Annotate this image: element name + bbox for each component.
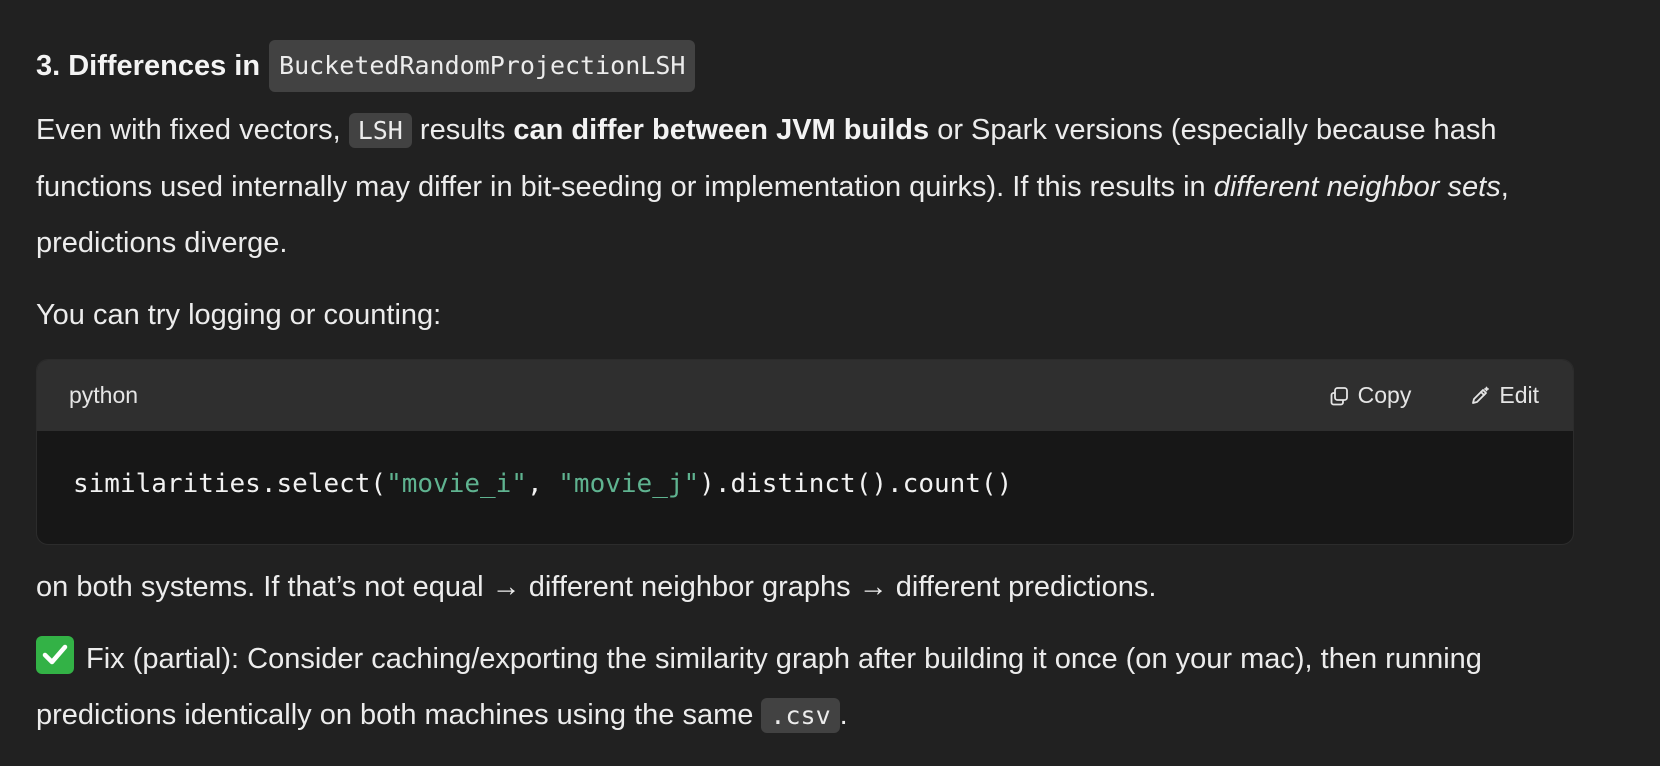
paragraph-lsh-differences: Even with fixed vectors, LSH results can…: [36, 102, 1572, 271]
paragraph-both-systems: on both systems. If that’s not equal → d…: [36, 571, 1157, 603]
text: Fix (partial): Consider caching/exportin…: [36, 643, 1482, 731]
text: results: [419, 114, 506, 146]
code-language-label: python: [69, 382, 139, 408]
code-token: ,: [526, 469, 559, 499]
code-string: "movie_j": [558, 469, 700, 499]
bold-text: can differ between JVM builds: [513, 114, 930, 146]
heading-inline-code: BucketedRandomProjectionLSH: [269, 40, 696, 92]
code-token: similarities.select(: [73, 469, 387, 499]
code-block-actions: Copy Edit: [1328, 382, 1539, 409]
code-block: python Copy Edit similarities.select("mo…: [36, 359, 1574, 545]
code-content: similarities.select("movie_i", "movie_j"…: [37, 431, 1573, 499]
inline-code-lsh: LSH: [348, 113, 412, 148]
code-token: ).distinct().count(): [699, 469, 1013, 499]
copy-label: Copy: [1357, 382, 1412, 408]
message-content: 3. Differences in BucketedRandomProjecti…: [36, 40, 1574, 744]
italic-text: different neighbor sets: [1213, 171, 1501, 203]
section-heading: 3. Differences in BucketedRandomProjecti…: [36, 40, 1572, 92]
check-mark-button-icon: [36, 636, 74, 674]
code-block-header: python Copy Edit: [37, 360, 1573, 431]
inline-code-csv: .csv: [761, 698, 840, 733]
code-string: "movie_i": [386, 469, 527, 499]
text: .: [839, 699, 848, 731]
copy-button[interactable]: Copy: [1328, 382, 1412, 409]
edit-label: Edit: [1499, 382, 1539, 408]
paragraph-try-logging: You can try logging or counting:: [36, 299, 442, 331]
copy-icon: [1328, 385, 1350, 407]
edit-pencil-icon: [1469, 385, 1491, 407]
text: Even with fixed vectors,: [36, 114, 341, 146]
edit-button[interactable]: Edit: [1469, 382, 1539, 409]
paragraph-fix: Fix (partial): Consider caching/exportin…: [36, 631, 1572, 744]
heading-text: 3. Differences in: [36, 50, 261, 82]
